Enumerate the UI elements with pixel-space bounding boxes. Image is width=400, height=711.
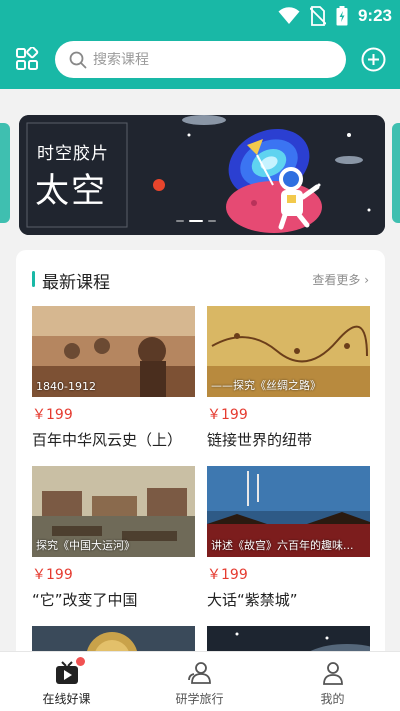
course-card[interactable]: 探究《中国大运河》 ￥199 “它”改变了中国 bbox=[32, 466, 195, 610]
banner-carousel[interactable]: 时空胶片 太空 bbox=[19, 115, 385, 235]
wifi-icon bbox=[278, 7, 300, 24]
section-title: 最新课程 bbox=[42, 273, 110, 293]
course-title: 链接世界的纽带 bbox=[207, 431, 313, 449]
nav-study-travel[interactable]: 研学旅行 bbox=[133, 652, 266, 711]
course-card[interactable]: 1840-1912 ￥199 百年中华风云史（上） bbox=[32, 306, 195, 450]
battery-charging-icon bbox=[336, 6, 348, 26]
course-price: ￥199 bbox=[207, 567, 248, 583]
banner-subtitle: 时空胶片 bbox=[37, 144, 109, 164]
course-price: ￥199 bbox=[32, 567, 73, 583]
nav-label: 研学旅行 bbox=[175, 692, 224, 706]
banner-title: 太空 bbox=[35, 171, 107, 211]
course-caption: 1840-1912 bbox=[36, 380, 96, 393]
nav-online-courses[interactable]: 在线好课 bbox=[0, 652, 133, 711]
view-more-label: 查看更多 bbox=[312, 273, 361, 287]
course-thumbnail: 1840-1912 bbox=[32, 306, 195, 397]
add-circle-icon[interactable] bbox=[361, 47, 386, 72]
user-icon bbox=[323, 662, 343, 685]
course-thumbnail: 探究《中国大运河》 bbox=[32, 466, 195, 557]
course-title: 大话“紫禁城” bbox=[207, 591, 298, 609]
notification-dot bbox=[76, 657, 85, 666]
nav-label: 我的 bbox=[320, 692, 345, 706]
course-card[interactable]: ——探究《丝绸之路》 ￥199 链接世界的纽带 bbox=[207, 306, 370, 450]
chevron-right-icon: › bbox=[364, 273, 369, 287]
nav-profile[interactable]: 我的 bbox=[266, 652, 399, 711]
section-accent-bar bbox=[32, 271, 35, 287]
bottom-navigation: 在线好课 研学旅行 我的 bbox=[0, 651, 400, 711]
group-icon bbox=[188, 662, 211, 684]
section-header: 最新课程 查看更多 › bbox=[32, 268, 369, 293]
course-title: “它”改变了中国 bbox=[32, 591, 138, 609]
course-price: ￥199 bbox=[32, 407, 73, 423]
nav-label: 在线好课 bbox=[42, 692, 91, 706]
no-sim-icon bbox=[309, 6, 326, 26]
search-input[interactable] bbox=[93, 51, 313, 68]
status-bar: 9:23 bbox=[0, 0, 400, 34]
carousel-dot[interactable] bbox=[208, 220, 216, 222]
carousel-dot-active[interactable] bbox=[189, 220, 203, 222]
course-caption: 探究《中国大运河》 bbox=[36, 539, 135, 552]
banner-prev-peek[interactable] bbox=[0, 123, 10, 223]
course-price: ￥199 bbox=[207, 407, 248, 423]
carousel-dot[interactable] bbox=[176, 220, 184, 222]
carousel-indicator bbox=[176, 220, 216, 222]
view-more-link[interactable]: 查看更多 › bbox=[312, 271, 369, 288]
course-thumbnail: 讲述《故宫》六百年的趣味... bbox=[207, 466, 370, 557]
banner-next-peek[interactable] bbox=[392, 123, 400, 223]
top-header: 9:23 bbox=[0, 0, 400, 89]
status-time: 9:23 bbox=[357, 6, 392, 25]
course-card[interactable]: 讲述《故宫》六百年的趣味... ￥199 大话“紫禁城” bbox=[207, 466, 370, 610]
search-bar[interactable] bbox=[55, 41, 346, 78]
course-caption: 讲述《故宫》六百年的趣味... bbox=[211, 539, 354, 552]
apps-grid-icon[interactable] bbox=[15, 47, 39, 71]
latest-courses-card: 最新课程 查看更多 › 1840-1912 ￥199 百年中华风云史（上） ——… bbox=[16, 250, 385, 670]
course-caption: ——探究《丝绸之路》 bbox=[211, 379, 321, 392]
course-thumbnail: ——探究《丝绸之路》 bbox=[207, 306, 370, 397]
search-icon bbox=[69, 51, 87, 68]
course-title: 百年中华风云史（上） bbox=[32, 431, 183, 449]
